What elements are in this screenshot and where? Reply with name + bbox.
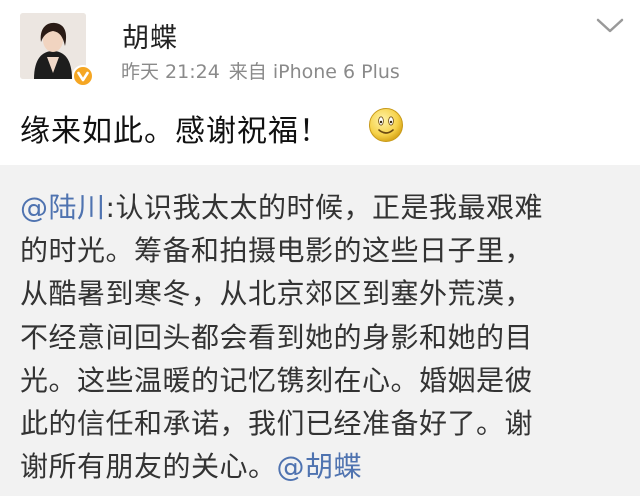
repost-text-segment: 谢所有朋友的关心。 <box>20 450 277 484</box>
repost-card[interactable]: @陆川:认识我太太的时候，正是我最艰难 的时光。筹备和拍摄电影的这些日子里， 从… <box>0 165 640 496</box>
repost-text-segment: :认识我太太的时候，正是我最艰难 <box>105 191 543 224</box>
repost-line: 从酷暑到寒冬，从北京郊区到塞外荒漠， <box>20 277 534 311</box>
weibo-post: 胡蝶 昨天 21:24 来自 iPhone 6 Plus 缘来如此。感谢祝福！ <box>0 0 640 165</box>
repost-line: @陆川:认识我太太的时候，正是我最艰难 <box>20 186 625 229</box>
repost-line: 光。这些温暖的记忆镌刻在心。婚姻是彼 <box>20 363 534 397</box>
repost-text: @陆川:认识我太太的时候，正是我最艰难 的时光。筹备和拍摄电影的这些日子里， 从… <box>20 186 625 488</box>
verified-badge-icon <box>72 65 94 87</box>
post-text: 缘来如此。感谢祝福！ <box>20 114 330 149</box>
smile-emoji-icon <box>368 107 404 143</box>
avatar-container[interactable] <box>20 13 94 87</box>
repost-line: 此的信任和承诺，我们已经准备好了。谢 <box>20 407 534 441</box>
username[interactable]: 胡蝶 <box>122 16 178 55</box>
mention-link-author[interactable]: @陆川 <box>20 191 106 224</box>
post-time: 昨天 21:24 <box>121 61 220 83</box>
repost-line: 不经意间回头都会看到她的身影和她的目 <box>20 320 534 354</box>
repost-line: 谢所有朋友的关心。@胡蝶 <box>20 445 625 488</box>
chevron-down-icon[interactable] <box>595 16 625 36</box>
post-meta: 昨天 21:24 来自 iPhone 6 Plus <box>121 57 409 84</box>
mention-link-end[interactable]: @胡蝶 <box>277 450 363 483</box>
post-source: 来自 iPhone 6 Plus <box>228 61 400 83</box>
repost-line: 的时光。筹备和拍摄电影的这些日子里， <box>20 234 534 268</box>
